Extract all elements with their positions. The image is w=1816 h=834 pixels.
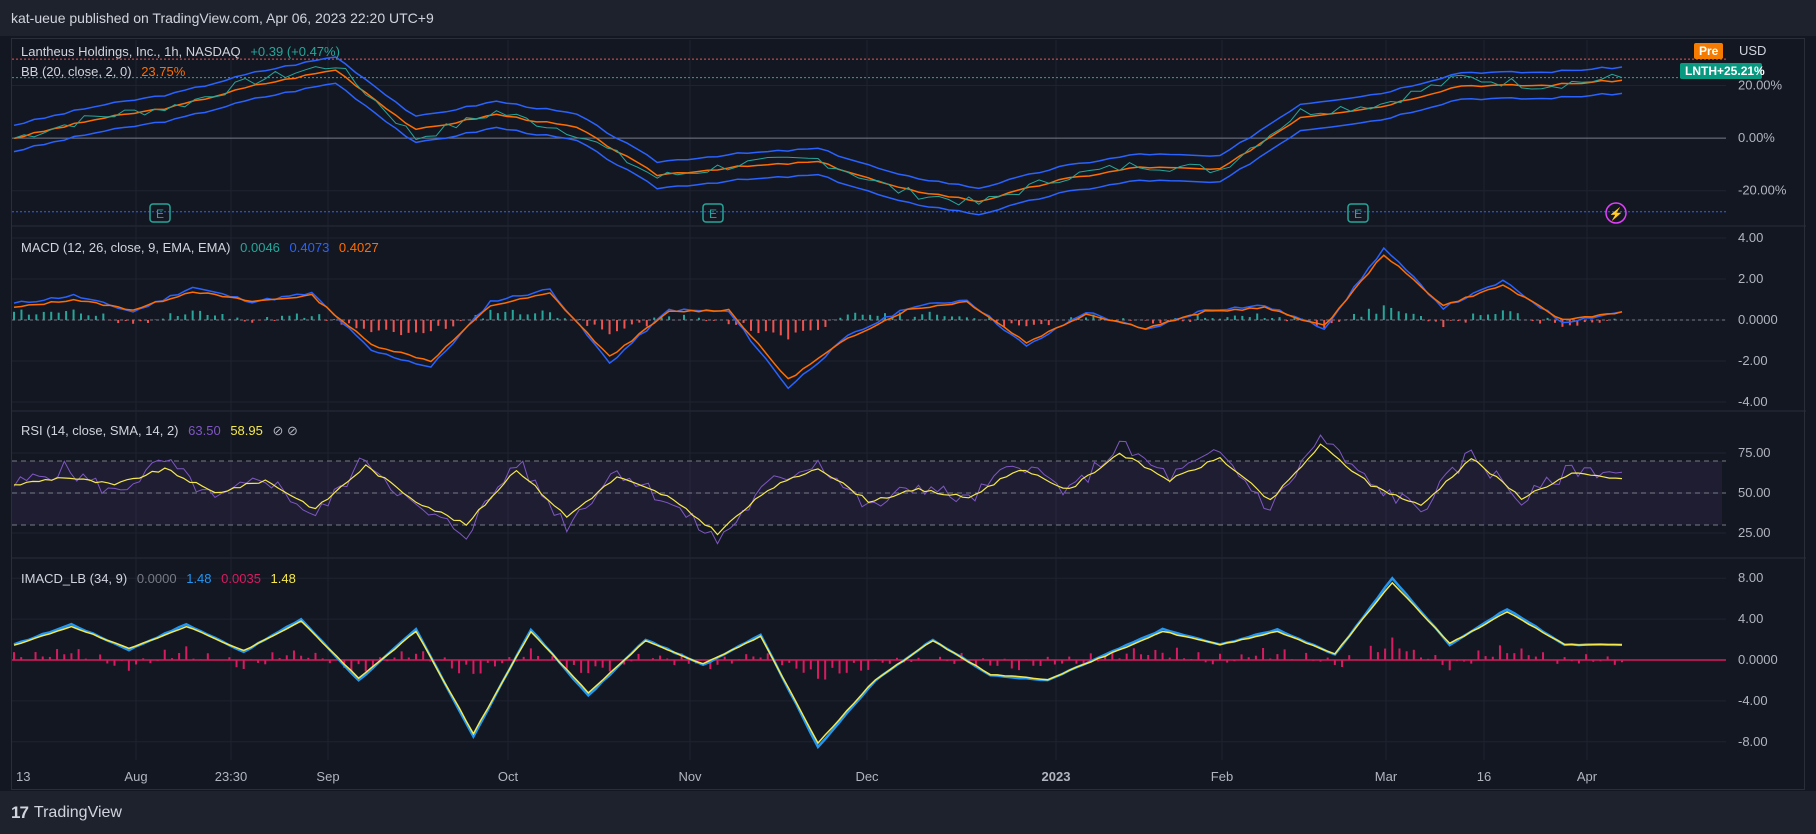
y-axis-label: 4.00 [1738,611,1763,626]
bb-label[interactable]: BB (20, close, 2, 0) [21,64,132,79]
x-axis-label: Dec [855,769,879,784]
y-axis-label: 2.00 [1738,271,1763,286]
y-axis-label: 0.0000 [1738,652,1778,667]
x-axis-label: Oct [498,769,519,784]
chart-canvas[interactable]: 13 Aug 23:30 Sep Oct Nov Dec 2023 Feb Mar 16 Apr 20.… [0,0,1816,834]
price-legend: Lantheus Holdings, Inc., 1h, NASDAQ +0.3… [21,44,346,59]
earnings-marker-label: E [709,207,717,221]
ticker-symbol: LNTH [1685,64,1717,78]
macd-value-2: 0.4073 [289,240,330,255]
x-axis-label: Nov [678,769,702,784]
macd-line [13,246,1623,390]
rsi-legend: RSI (14, close, SMA, 14, 2) 63.50 58.95 … [21,423,304,439]
earnings-marker-label: E [1354,207,1362,221]
brand-name: TradingView [33,804,122,821]
y-axis-label: 0.00% [1738,130,1775,145]
y-axis-label: 75.00 [1738,445,1771,460]
ticker-price-tag: LNTH +25.21% [1680,63,1765,79]
y-axis-label: 4.00 [1738,230,1763,245]
macd-value-3: 0.4027 [338,240,379,255]
y-axis-label: 0.0000 [1738,312,1778,327]
price-line [13,66,1623,206]
macd-legend: MACD (12, 26, close, 9, EMA, EMA) 0.0046… [21,240,385,255]
rsi-icons[interactable]: ⊘ ⊘ [272,423,297,438]
x-axis-label: Aug [124,769,147,784]
y-axis-label: 8.00 [1738,570,1763,585]
y-axis-label: 20.00% [1738,77,1783,92]
earnings-marker-label: E [156,207,164,221]
imacd-value-2: 1.48 [186,571,212,586]
x-axis-label: Apr [1577,769,1598,784]
tradingview-logo-icon: 17 [11,803,29,822]
y-axis-label: -2.00 [1738,353,1768,368]
dividend-marker-label: ⚡ [1609,207,1624,221]
imacd-label[interactable]: IMACD_LB (34, 9) [21,571,127,586]
x-axis-label: 2023 [1042,769,1071,784]
x-axis-label: Feb [1211,769,1233,784]
x-axis-label: 13 [16,769,30,784]
x-axis-label: Mar [1375,769,1398,784]
y-axis-label: 50.00 [1738,485,1771,500]
imacd-value-4: 1.48 [270,571,296,586]
rsi-label[interactable]: RSI (14, close, SMA, 14, 2) [21,423,179,438]
rsi-value-1: 63.50 [188,423,221,438]
imacd-value-3: 0.0035 [221,571,261,586]
bb-basis-line [13,69,1623,203]
y-axis-label: -4.00 [1738,693,1768,708]
currency-label[interactable]: USD [1739,43,1766,58]
tradingview-brand[interactable]: 17 TradingView [11,803,122,823]
macd-label[interactable]: MACD (12, 26, close, 9, EMA, EMA) [21,240,231,255]
imacd-value-1: 0.0000 [136,571,177,586]
bb-upper-band [13,56,1623,190]
y-axis-label: -20.00% [1738,183,1787,198]
pre-market-tag: Pre [1694,43,1724,59]
bb-legend: BB (20, close, 2, 0) 23.75% [21,64,191,79]
rsi-value-2: 58.95 [230,423,263,438]
ticker-value: +25.21% [1717,64,1765,78]
macd-signal-line [13,254,1623,380]
macd-value-1: 0.0046 [240,240,280,255]
y-axis-label: 25.00 [1738,525,1771,540]
imacd-legend: IMACD_LB (34, 9) 0.0000 1.48 0.0035 1.48 [21,571,302,586]
x-axis-label: 23:30 [215,769,248,784]
footer-bar [0,791,1816,834]
y-axis-label: -8.00 [1738,734,1768,749]
y-axis-label: -4.00 [1738,394,1768,409]
symbol-label[interactable]: Lantheus Holdings, Inc., 1h, NASDAQ [21,44,241,59]
price-change: +0.39 (+0.47%) [250,44,340,59]
x-axis-label: 16 [1477,769,1491,784]
x-axis-label: Sep [316,769,339,784]
bb-value: 23.75% [141,64,186,79]
